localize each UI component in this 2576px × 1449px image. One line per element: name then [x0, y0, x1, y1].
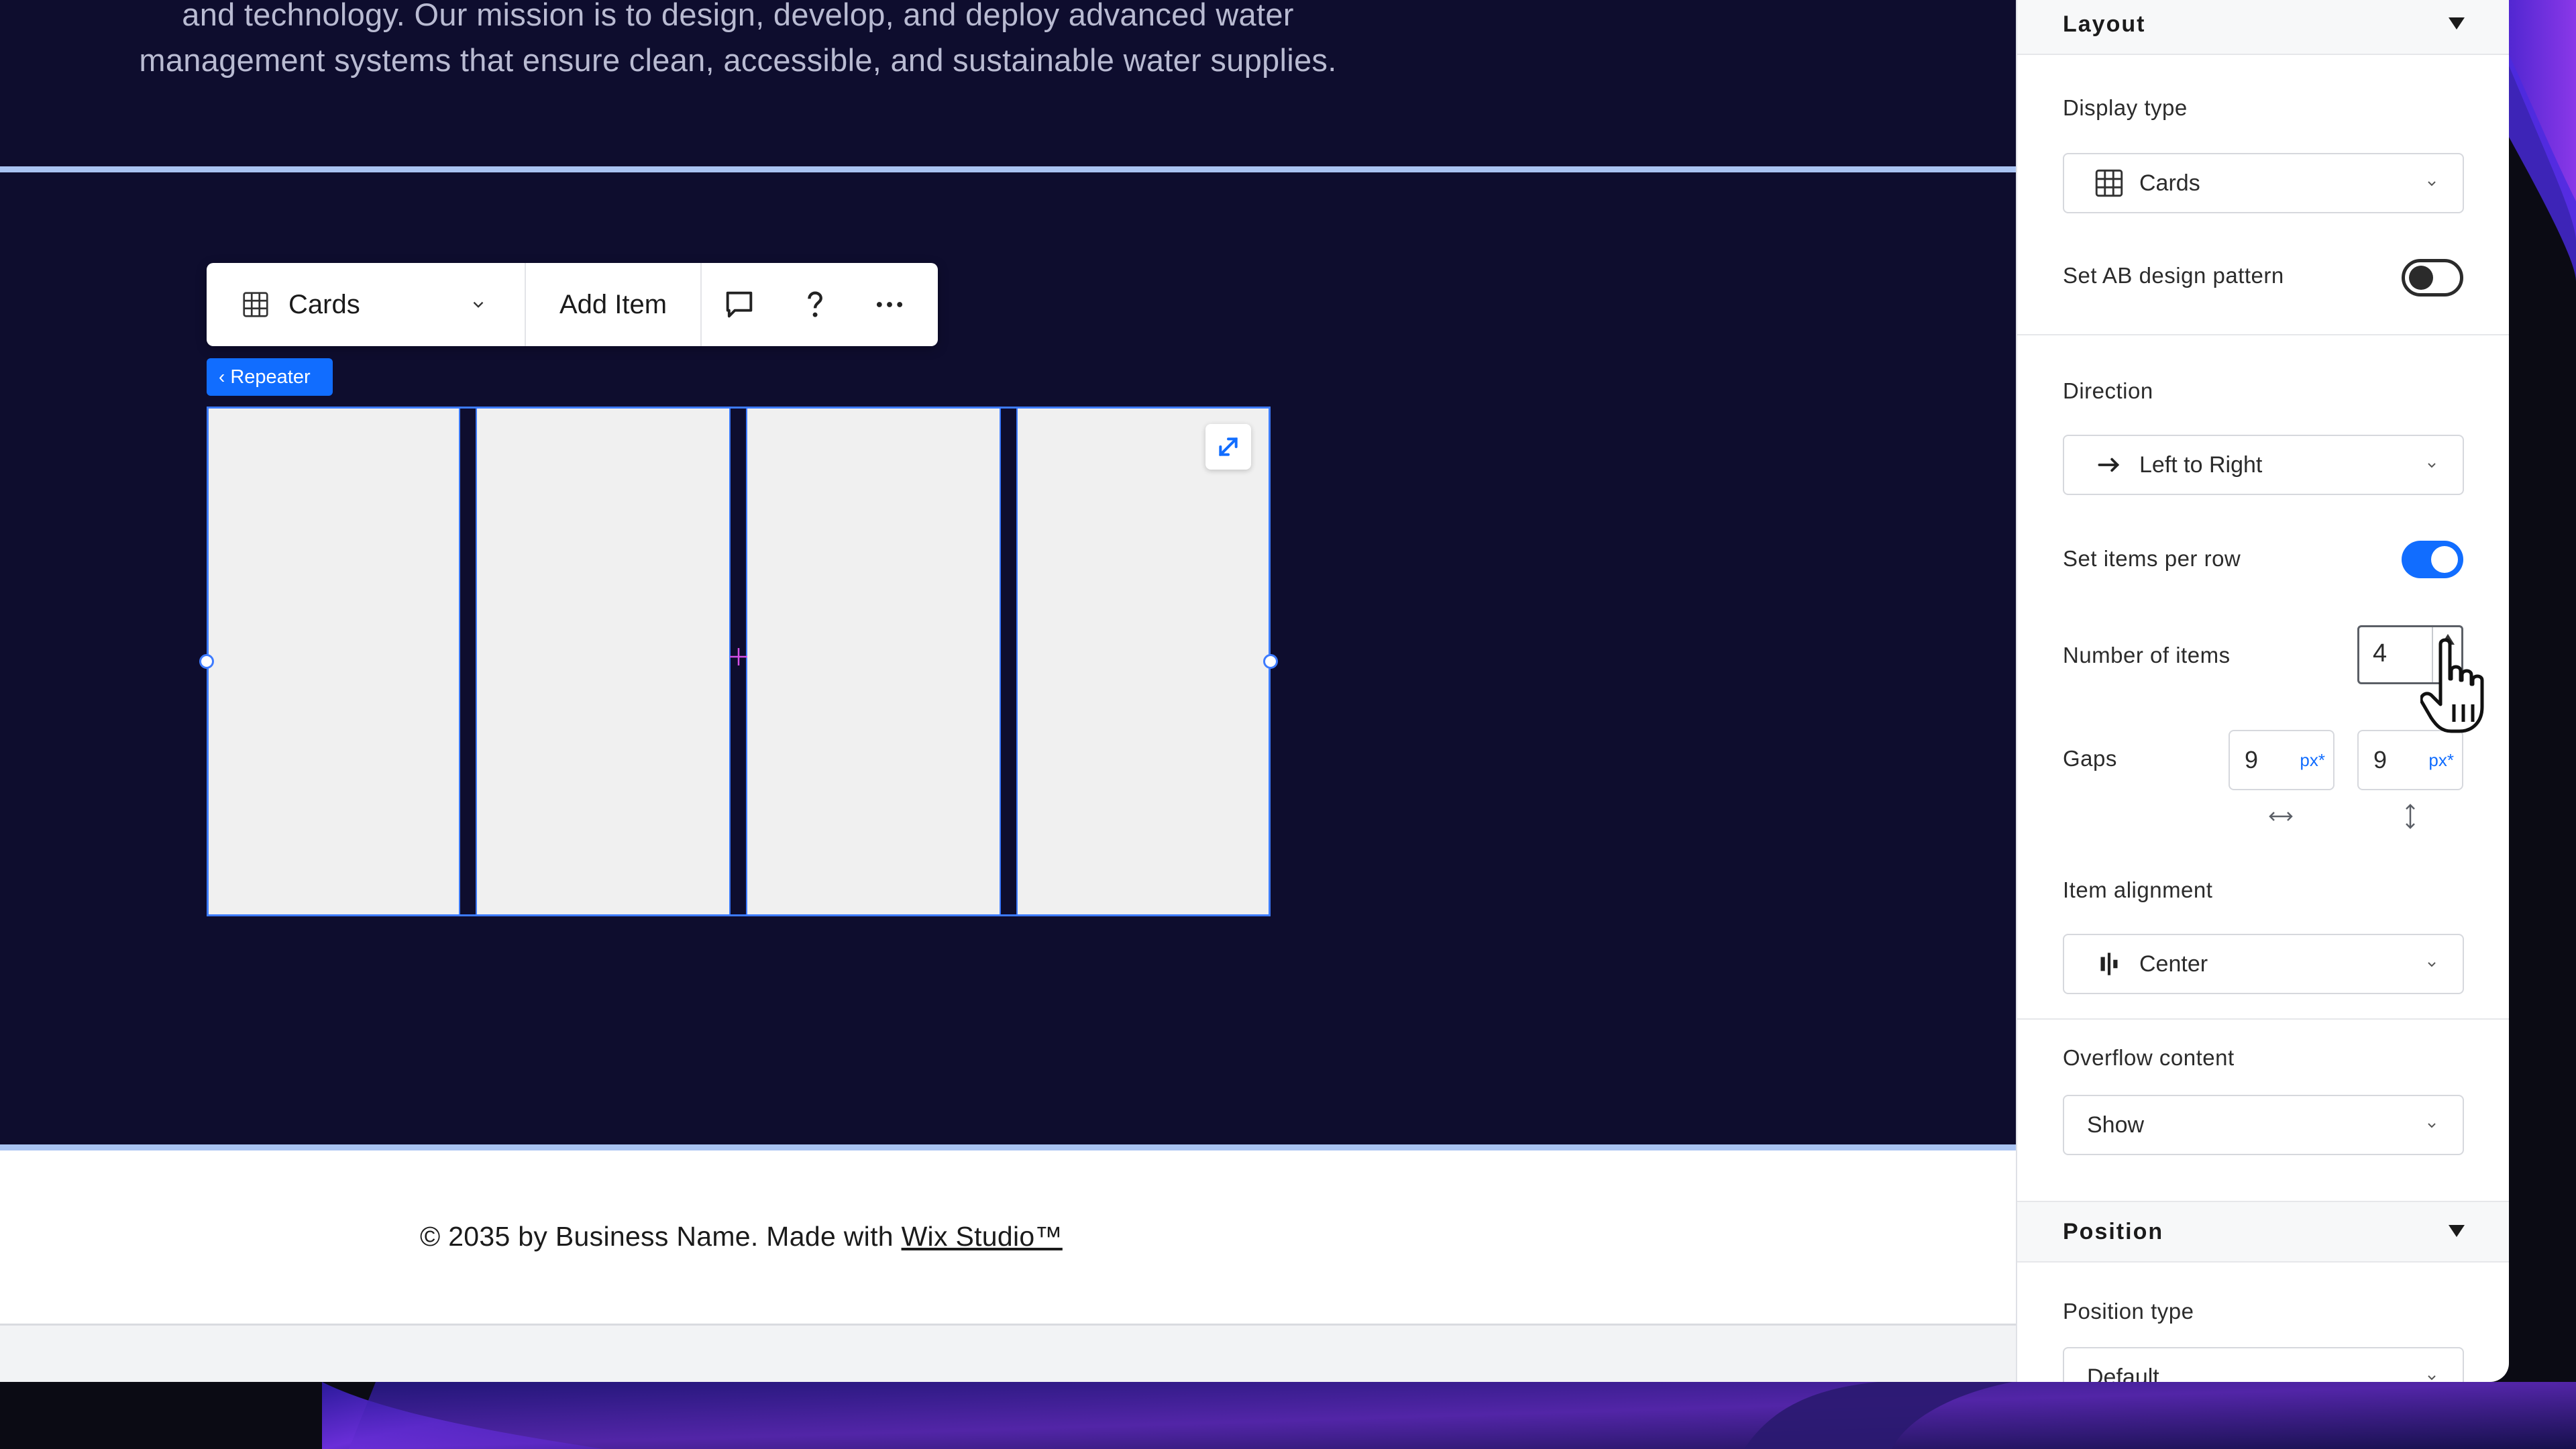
- chevron-down-icon: [2428, 1375, 2436, 1381]
- direction-label: Direction: [2063, 378, 2153, 403]
- chevron-down-icon: [2428, 1123, 2436, 1128]
- gaps-label: Gaps: [2063, 746, 2117, 771]
- horizontal-gap-unit[interactable]: px*: [2300, 750, 2325, 771]
- chevron-down-icon: [2428, 181, 2436, 186]
- overflow-content-value: Show: [2087, 1112, 2145, 1138]
- direction-value: Left to Right: [2139, 451, 2263, 478]
- display-type-dropdown[interactable]: Cards: [2063, 153, 2464, 213]
- repeater-tag-label: Repeater: [230, 366, 311, 388]
- items-per-row-toggle[interactable]: [2402, 541, 2463, 578]
- hand-pointer-cursor-icon: [2420, 638, 2484, 733]
- overflow-content-label: Overflow content: [2063, 1045, 2235, 1070]
- layout-dropdown[interactable]: Cards: [207, 263, 526, 346]
- item-alignment-dropdown[interactable]: Center: [2063, 934, 2464, 994]
- comment-icon: [726, 291, 753, 318]
- collapse-triangle-icon: [2449, 17, 2465, 30]
- arrow-right-icon: [2092, 448, 2126, 482]
- chevron-down-icon: [2428, 962, 2436, 967]
- direction-dropdown[interactable]: Left to Right: [2063, 435, 2464, 495]
- center-crosshair-icon: [730, 648, 747, 665]
- repeater-breadcrumb-tag[interactable]: ‹ Repeater: [207, 358, 333, 396]
- hero-line-2: management systems that ensure clean, ac…: [139, 42, 1337, 78]
- footer-copyright[interactable]: © 2035 by Business Name. Made with Wix S…: [420, 1221, 1063, 1252]
- grid-icon: [243, 292, 268, 317]
- question-mark-icon: [808, 291, 822, 317]
- layout-section-header[interactable]: Layout: [2017, 0, 2509, 55]
- collapse-triangle-icon: [2449, 1225, 2465, 1237]
- expand-diagonal-icon: [1219, 437, 1238, 456]
- chevron-down-icon: [473, 301, 484, 308]
- horizontal-arrows-icon: [2269, 812, 2293, 821]
- grid-icon: [2092, 166, 2126, 200]
- align-center-icon: [2092, 947, 2126, 981]
- add-item-button[interactable]: Add Item: [526, 263, 702, 346]
- position-type-value: Default: [2087, 1364, 2159, 1383]
- toggle-knob: [2431, 546, 2458, 573]
- hero-paragraph[interactable]: and technology. Our mission is to design…: [0, 0, 1476, 83]
- vertical-gap-unit[interactable]: px*: [2428, 750, 2454, 771]
- number-of-items-value: 4: [2373, 639, 2387, 667]
- overflow-content-dropdown[interactable]: Show: [2063, 1095, 2464, 1155]
- resize-handle-left[interactable]: [199, 654, 214, 669]
- more-horizontal-icon: [876, 302, 903, 307]
- position-section-header[interactable]: Position: [2017, 1201, 2509, 1263]
- position-type-label: Position type: [2063, 1299, 2194, 1324]
- section-separator: [2017, 334, 2509, 335]
- help-button[interactable]: [777, 263, 852, 346]
- hero-line-1: and technology. Our mission is to design…: [182, 0, 1294, 32]
- ab-pattern-label: Set AB design pattern: [2063, 263, 2284, 288]
- footer-wix-link[interactable]: Wix Studio™: [902, 1221, 1063, 1252]
- section-divider-top: [0, 166, 2016, 172]
- section-divider-bottom: [0, 1144, 2016, 1150]
- display-type-value: Cards: [2139, 170, 2200, 196]
- toggle-knob: [2409, 266, 2433, 290]
- number-of-items-label: Number of items: [2063, 643, 2231, 667]
- comment-button[interactable]: [702, 263, 777, 346]
- section-separator: [2017, 1018, 2509, 1020]
- more-actions-button[interactable]: [852, 263, 927, 346]
- vertical-gap-value: 9: [2373, 746, 2387, 773]
- ab-pattern-toggle[interactable]: [2402, 259, 2463, 297]
- position-type-dropdown[interactable]: Default: [2063, 1347, 2464, 1382]
- stretch-button[interactable]: [1205, 424, 1251, 470]
- chevron-down-icon: [2428, 463, 2436, 468]
- items-per-row-label: Set items per row: [2063, 546, 2241, 571]
- chevron-left-icon: ‹: [219, 366, 225, 387]
- item-alignment-value: Center: [2139, 951, 2208, 977]
- repeater-toolbar: Cards Add Item: [207, 263, 938, 346]
- horizontal-gap-input[interactable]: 9 px*: [2229, 730, 2334, 790]
- vertical-arrows-icon: [2406, 804, 2415, 829]
- footer-copyright-text: © 2035 by Business Name. Made with: [420, 1221, 902, 1252]
- display-type-label: Display type: [2063, 95, 2188, 120]
- position-section-title: Position: [2063, 1218, 2164, 1244]
- canvas-bottom-strip: [0, 1324, 2016, 1382]
- vertical-gap-input[interactable]: 9 px*: [2357, 730, 2463, 790]
- layout-dropdown-label: Cards: [288, 289, 360, 319]
- layout-section-title: Layout: [2063, 11, 2146, 37]
- item-alignment-label: Item alignment: [2063, 877, 2213, 902]
- resize-handle-right[interactable]: [1263, 654, 1278, 669]
- horizontal-gap-value: 9: [2245, 746, 2259, 773]
